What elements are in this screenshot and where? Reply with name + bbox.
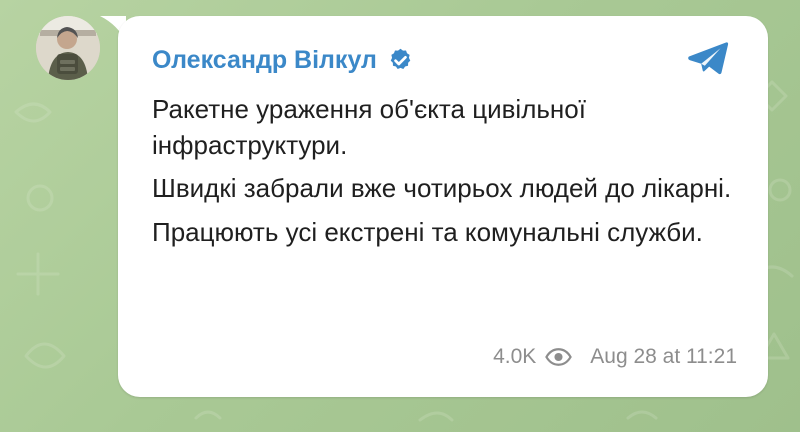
- channel-post-bubble: Олександр Вілкул Ракетне ураження об'єкт…: [118, 16, 768, 397]
- avatar-image: [36, 16, 100, 80]
- post-author: Олександр Вілкул: [152, 43, 414, 77]
- verified-badge-icon: [390, 48, 411, 69]
- views-value: 4.0K: [493, 345, 537, 368]
- message-paragraph: Швидкі забрали вже чотирьох людей до лік…: [152, 173, 732, 203]
- message-paragraph: Працюють усі екстрені та комунальні служ…: [152, 216, 703, 247]
- eye-icon: [545, 348, 573, 366]
- post-meta: 4.0K Aug 28 at 11:21: [493, 345, 737, 369]
- views-count: 4.0K: [493, 345, 573, 369]
- author-avatar[interactable]: [36, 16, 100, 80]
- post-message: Ракетне ураження об'єкта цивільної інфра…: [152, 92, 737, 258]
- post-time: Aug 28 at 11:21: [590, 345, 737, 368]
- message-paragraph: Ракетне ураження об'єкта цивільної інфра…: [152, 94, 586, 160]
- author-name[interactable]: Олександр Вілкул: [152, 46, 377, 75]
- telegram-logo-icon[interactable]: [687, 40, 729, 76]
